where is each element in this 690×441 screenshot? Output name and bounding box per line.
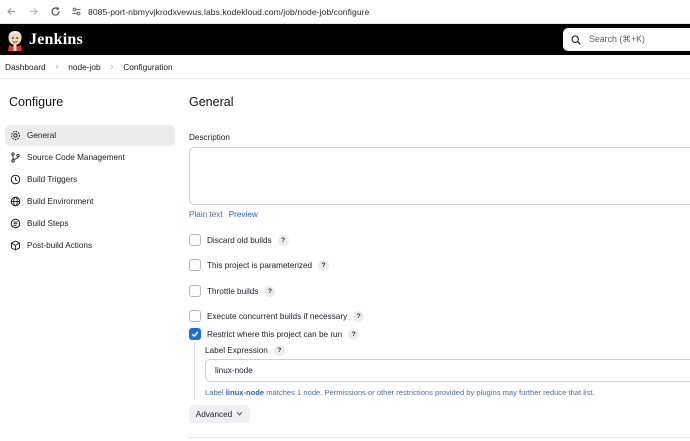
sidebar-item-post-build-actions[interactable]: Post-build Actions <box>5 235 175 256</box>
sidebar-item-label: Post-build Actions <box>27 241 93 250</box>
advanced-label: Advanced <box>195 409 233 419</box>
nested-section-divider <box>194 342 195 400</box>
back-arrow-icon[interactable] <box>2 3 20 21</box>
package-icon <box>10 240 21 251</box>
breadcrumb-node-job[interactable]: node-job <box>66 62 102 72</box>
page-title: General <box>189 95 234 109</box>
breadcrumb: Dashboard › node-job › Configuration <box>0 55 690 79</box>
concurrent-builds-checkbox[interactable] <box>189 310 201 322</box>
option-label[interactable]: Throttle builds <box>207 287 258 296</box>
chevron-right-icon: › <box>55 62 59 71</box>
sidebar-item-label: Build Environment <box>27 197 94 206</box>
label-expression-label: Label Expression ? <box>205 345 285 356</box>
forward-arrow-icon[interactable] <box>24 3 42 21</box>
breadcrumb-configuration[interactable]: Configuration <box>121 62 174 72</box>
concurrent-builds-option: Execute concurrent builds if necessary ? <box>189 309 365 323</box>
chevron-right-icon: › <box>110 62 114 71</box>
list-icon <box>10 218 21 229</box>
description-format-links: Plain text Preview <box>189 210 258 219</box>
search-input[interactable]: Search (⌘+K) <box>563 28 690 51</box>
branch-icon <box>10 152 21 163</box>
globe-icon <box>10 196 21 207</box>
reload-icon[interactable] <box>46 3 64 21</box>
chevron-down-icon <box>236 410 243 419</box>
plain-text-link[interactable]: Plain text <box>189 210 223 219</box>
option-label[interactable]: Restrict where this project can be run <box>207 330 342 339</box>
throttle-builds-checkbox[interactable] <box>189 285 201 297</box>
hint-suffix: matches 1 node. Permissions or other res… <box>266 388 595 397</box>
search-placeholder: Search (⌘+K) <box>589 34 645 44</box>
option-label[interactable]: This project is parameterized <box>207 261 312 270</box>
checkmark-icon <box>191 331 199 338</box>
help-icon[interactable]: ? <box>348 328 360 340</box>
label-expression-hint: Label linux-node matches 1 node. Permiss… <box>205 388 595 397</box>
help-icon[interactable]: ? <box>277 234 289 246</box>
jenkins-header: Jenkins Search (⌘+K) <box>0 24 690 55</box>
label-expression-input[interactable]: linux-node <box>205 359 690 382</box>
sidebar-item-label: Source Code Management <box>27 153 125 162</box>
discard-old-builds-checkbox[interactable] <box>189 234 201 246</box>
parameterized-option: This project is parameterized ? <box>189 258 330 272</box>
section-divider <box>189 437 690 438</box>
help-icon[interactable]: ? <box>273 345 285 356</box>
label-expression-text: Label Expression <box>205 346 268 355</box>
option-label[interactable]: Execute concurrent builds if necessary <box>207 312 347 321</box>
label-expression-value: linux-node <box>215 366 253 375</box>
help-icon[interactable]: ? <box>264 285 276 297</box>
help-icon[interactable]: ? <box>318 259 330 271</box>
sidebar-item-build-triggers[interactable]: Build Triggers <box>5 169 175 190</box>
app-title[interactable]: Jenkins <box>29 31 83 49</box>
sidebar-item-general[interactable]: General <box>5 125 175 146</box>
url-text[interactable]: 8085-port-nbmyvjkrodxvewus.labs.kodeklou… <box>88 7 369 17</box>
gear-icon <box>10 130 21 141</box>
sidebar-item-build-environment[interactable]: Build Environment <box>5 191 175 212</box>
jenkins-logo-icon[interactable] <box>5 29 25 51</box>
sidebar-item-source-code-management[interactable]: Source Code Management <box>5 147 175 168</box>
advanced-button[interactable]: Advanced <box>189 405 250 423</box>
search-icon <box>571 34 581 45</box>
parameterized-checkbox[interactable] <box>189 259 201 271</box>
help-icon[interactable]: ? <box>353 310 365 322</box>
throttle-builds-option: Throttle builds ? <box>189 284 276 298</box>
sidebar-item-label: Build Steps <box>27 219 69 228</box>
sidebar-title: Configure <box>9 95 64 109</box>
discard-old-builds-option: Discard old builds ? <box>189 233 289 247</box>
restrict-project-option: Restrict where this project can be run ? <box>189 327 360 341</box>
sidebar-item-label: Build Triggers <box>27 175 78 184</box>
clock-icon <box>10 174 21 185</box>
breadcrumb-dashboard[interactable]: Dashboard <box>3 62 48 72</box>
preview-link[interactable]: Preview <box>229 210 258 219</box>
option-label[interactable]: Discard old builds <box>207 236 272 245</box>
description-label: Description <box>189 133 230 142</box>
sidebar-item-label: General <box>27 131 57 140</box>
site-info-icon[interactable] <box>70 6 82 18</box>
hint-prefix: Label <box>205 388 224 397</box>
description-textarea[interactable] <box>189 147 690 205</box>
browser-url-bar: 8085-port-nbmyvjkrodxvewus.labs.kodeklou… <box>0 0 690 24</box>
linux-node-link[interactable]: linux-node <box>226 388 264 397</box>
restrict-project-checkbox[interactable] <box>189 328 201 340</box>
sidebar-item-build-steps[interactable]: Build Steps <box>5 213 175 234</box>
